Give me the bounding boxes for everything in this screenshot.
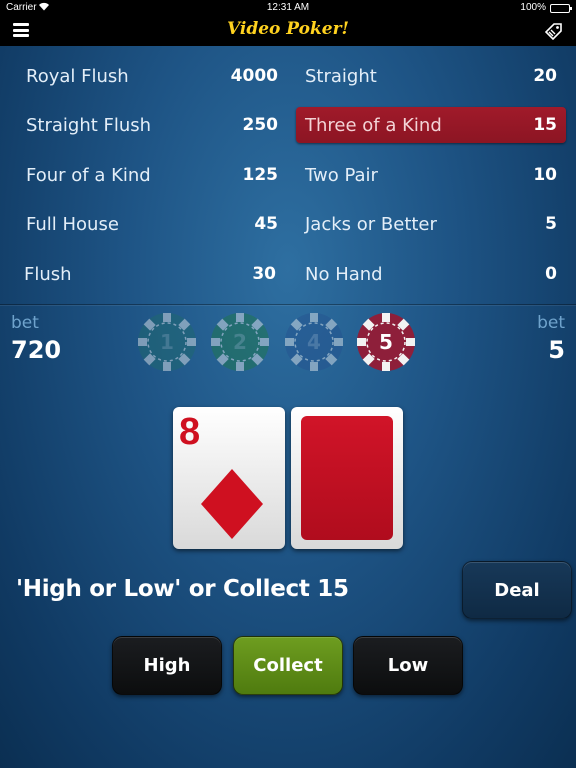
chip-1[interactable]: 1	[137, 312, 197, 372]
nav-bar: Video Poker!	[0, 16, 576, 46]
divider	[0, 304, 576, 305]
hand-payout: 30	[252, 264, 276, 284]
card-back	[301, 416, 393, 540]
low-button[interactable]: Low	[353, 636, 463, 695]
battery-icon	[550, 4, 572, 13]
chip-label: 1	[160, 330, 174, 354]
paytable-row: Four of a Kind 125	[26, 157, 278, 193]
hand-payout: 0	[545, 264, 557, 284]
price-tag-icon[interactable]	[544, 22, 563, 41]
paytable-row-highlighted: Three of a Kind 15	[296, 107, 566, 143]
hand-payout: 45	[254, 214, 278, 234]
app-title: Video Poker!	[227, 19, 349, 39]
hand-payout: 20	[533, 66, 557, 86]
paytable-row: Straight 20	[305, 58, 557, 94]
game-message: 'High or Low' or Collect 15	[16, 576, 349, 602]
hand-payout: 125	[242, 165, 279, 185]
hand-name: Three of a Kind	[305, 114, 442, 136]
credits-value: 720	[11, 336, 62, 364]
hand-payout: 15	[533, 115, 557, 135]
hand-name: Jacks or Better	[305, 213, 437, 235]
diamond-suit-icon	[201, 469, 263, 539]
paytable-row: Jacks or Better 5	[305, 206, 557, 242]
credits-label: bet	[11, 313, 39, 333]
playing-card-face-up[interactable]: 8	[173, 407, 285, 549]
paytable-row: Full House 45	[26, 206, 278, 242]
hand-payout: 10	[533, 165, 557, 185]
hand-name: Full House	[26, 213, 119, 235]
bet-label: bet	[537, 313, 565, 333]
chip-5[interactable]: 5	[356, 312, 416, 372]
bet-value: 5	[548, 336, 565, 364]
paytable: Royal Flush 4000 Straight Flush 250 Four…	[0, 46, 576, 304]
hand-payout: 250	[242, 115, 279, 135]
paytable-row: Flush 30	[24, 256, 276, 292]
hand-name: Straight Flush	[26, 114, 152, 136]
status-bar: Carrier 12:31 AM 100%	[0, 0, 576, 16]
paytable-row: Straight Flush 250	[26, 107, 278, 143]
chip-label: 4	[307, 330, 321, 354]
hand-name: Two Pair	[305, 164, 378, 186]
high-button[interactable]: High	[112, 636, 222, 695]
hand-name: Four of a Kind	[26, 164, 151, 186]
paytable-row: Royal Flush 4000	[26, 58, 278, 94]
hand-payout: 5	[545, 214, 557, 234]
clock: 12:31 AM	[266, 2, 310, 13]
hand-payout: 4000	[230, 66, 278, 86]
chip-label: 2	[233, 330, 247, 354]
chip-2[interactable]: 2	[210, 312, 270, 372]
hand-name: Flush	[24, 263, 72, 285]
paytable-row: No Hand 0	[305, 256, 557, 292]
hand-name: Straight	[305, 65, 377, 87]
battery-percent: 100%	[520, 2, 546, 13]
chip-label: 5	[379, 330, 393, 354]
chip-4[interactable]: 4	[284, 312, 344, 372]
paytable-row: Two Pair 10	[305, 157, 557, 193]
hand-name: No Hand	[305, 263, 383, 285]
card-rank: 8	[179, 411, 201, 453]
collect-button[interactable]: Collect	[233, 636, 343, 695]
hand-name: Royal Flush	[26, 65, 129, 87]
playing-card-face-down[interactable]	[291, 407, 403, 549]
deal-button[interactable]: Deal	[462, 561, 572, 619]
